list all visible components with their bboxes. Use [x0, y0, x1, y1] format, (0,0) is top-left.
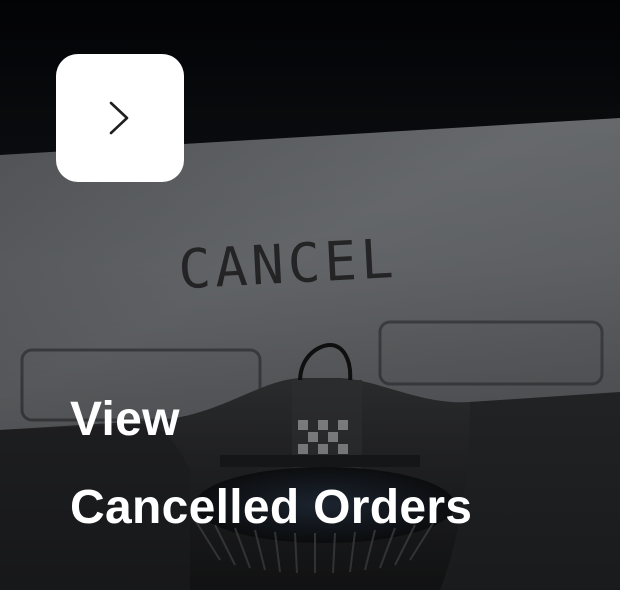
open-button[interactable]	[56, 54, 184, 182]
card-caption: View Cancelled Orders	[70, 376, 472, 552]
caption-line-view: View	[70, 393, 180, 446]
chevron-right-icon	[109, 101, 129, 135]
cancelled-orders-card[interactable]: CANCEL	[0, 0, 620, 590]
caption-line-cancelled-orders: Cancelled Orders	[70, 481, 473, 534]
